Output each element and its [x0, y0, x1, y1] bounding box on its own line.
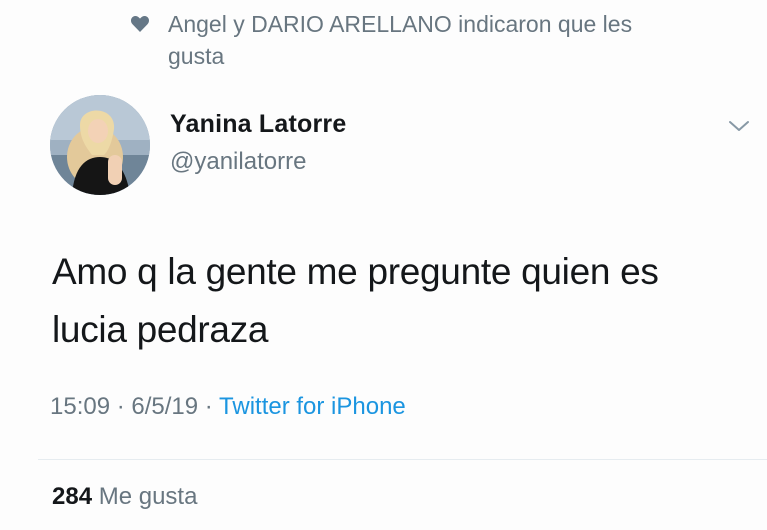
avatar[interactable]: [50, 95, 150, 195]
tweet-text: Amo q la gente me pregunte quien es luci…: [52, 251, 659, 350]
likes-stat[interactable]: 284 Me gusta: [52, 483, 197, 511]
likes-label: Me gusta: [98, 483, 198, 510]
tweet-metadata: 15:09 · 6/5/19 · Twitter for iPhone: [50, 393, 406, 421]
tweet-screenshot: Angel y DARIO ARELLANO indicaron que les…: [0, 0, 767, 530]
chevron-down-icon[interactable]: [727, 118, 751, 134]
author-handle[interactable]: @yanilatorre: [170, 148, 306, 176]
heart-icon: [130, 14, 150, 34]
meta-separator: ·: [198, 393, 220, 420]
tweet-source-link[interactable]: Twitter for iPhone: [219, 393, 406, 420]
author-name[interactable]: Yanina Latorre: [170, 110, 346, 139]
social-context-text: Angel y DARIO ARELLANO indicaron que les…: [168, 11, 633, 69]
meta-separator: ·: [110, 393, 132, 420]
tweet-date[interactable]: 6/5/19: [131, 393, 198, 420]
tweet-time[interactable]: 15:09: [50, 393, 110, 420]
likes-count: 284: [52, 483, 93, 510]
divider: [38, 459, 767, 460]
